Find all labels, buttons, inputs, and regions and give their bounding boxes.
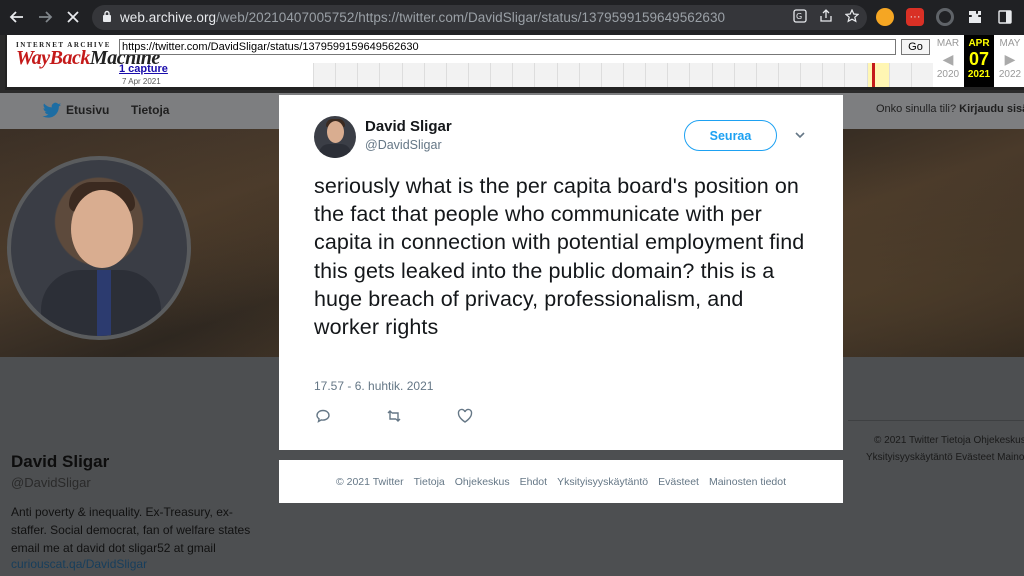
footer-help-link[interactable]: Ohjekeskus xyxy=(455,476,510,488)
chevron-down-icon[interactable] xyxy=(793,128,807,142)
wayback-logo[interactable]: INTERNET ARCHIVE WayBackMachine xyxy=(16,41,160,70)
tweet-author-avatar[interactable] xyxy=(314,116,356,158)
footer-about-link[interactable]: Tietoja xyxy=(414,476,445,488)
captures-link[interactable]: 1 capture xyxy=(119,63,168,75)
twitter-bird-icon[interactable] xyxy=(42,102,62,120)
back-arrow-icon[interactable] xyxy=(3,3,31,31)
sidebar-footer-line2: Yksityisyyskäytäntö Evästeet Mainosten t… xyxy=(866,452,1024,463)
tweet-permalink-modal: David Sligar @DavidSligar Seuraa serious… xyxy=(279,95,843,450)
capture-timeline[interactable] xyxy=(313,63,933,87)
puzzle-extensions-icon[interactable] xyxy=(966,8,984,26)
like-heart-icon[interactable] xyxy=(457,408,473,424)
address-bar[interactable]: web.archive.org/web/20210407005752/https… xyxy=(92,5,867,30)
side-panel-icon[interactable] xyxy=(996,8,1014,26)
lock-icon xyxy=(102,10,112,25)
modal-footer: © 2021 Twitter Tietoja Ohjekeskus Ehdot … xyxy=(279,460,843,503)
sidebar-footer: © 2021 Twitter Tietoja Ohjekeskus Yksity… xyxy=(848,420,1024,472)
extension-red-icon[interactable]: ··· xyxy=(906,8,924,26)
browser-toolbar: web.archive.org/web/20210407005752/https… xyxy=(0,0,1024,35)
footer-cookies-link[interactable]: Evästeet xyxy=(658,476,699,488)
next-month-nav[interactable]: MAY ▶ 2022 xyxy=(995,35,1024,80)
address-url: web.archive.org/web/20210407005752/https… xyxy=(120,10,726,25)
tweet-author-name[interactable]: David Sligar xyxy=(365,118,452,135)
extension-avatar-icon[interactable] xyxy=(876,8,894,26)
reply-icon[interactable] xyxy=(315,408,331,424)
nav-about-link[interactable]: Tietoja xyxy=(131,103,169,117)
tweet-text: seriously what is the per capita board's… xyxy=(314,174,805,340)
translate-icon[interactable]: G xyxy=(793,9,807,26)
nav-home-link[interactable]: Etusivu xyxy=(66,103,109,117)
wayback-url-input[interactable]: https://twitter.com/DavidSligar/status/1… xyxy=(119,39,896,55)
wayback-toolbar: INTERNET ARCHIVE WayBackMachine https://… xyxy=(5,35,1024,90)
footer-ads-link[interactable]: Mainosten tiedot xyxy=(709,476,786,488)
stop-loading-icon[interactable] xyxy=(59,3,87,31)
tweet-timestamp[interactable]: 17.57 - 6. huhtik. 2021 xyxy=(314,379,433,393)
login-link[interactable]: Kirjaudu sisään xyxy=(959,103,1024,115)
nav-account-prompt: Onko sinulla tili? Kirjaudu sisään xyxy=(876,103,1024,115)
svg-text:G: G xyxy=(796,12,802,21)
profile-handle: @DavidSligar xyxy=(11,475,91,490)
footer-terms-link[interactable]: Ehdot xyxy=(520,476,547,488)
follow-button[interactable]: Seuraa xyxy=(684,120,777,151)
retweet-icon[interactable] xyxy=(386,408,402,424)
extension-circle-icon[interactable] xyxy=(936,8,954,26)
prev-arrow-icon[interactable]: ◀ xyxy=(933,49,963,69)
sidebar-footer-line1: © 2021 Twitter Tietoja Ohjekeskus xyxy=(874,435,1024,446)
capture-marker[interactable] xyxy=(872,63,875,87)
profile-name: David Sligar xyxy=(11,452,110,471)
profile-avatar[interactable] xyxy=(7,156,191,340)
capture-date: 7 Apr 2021 xyxy=(122,77,161,86)
profile-bio: Anti poverty & inequality. Ex-Treasury, … xyxy=(11,505,251,555)
profile-link[interactable]: curiouscat.qa/DavidSligar xyxy=(11,557,147,571)
wayback-go-button[interactable]: Go xyxy=(901,39,930,55)
forward-arrow-icon[interactable] xyxy=(31,3,59,31)
footer-copyright: © 2021 Twitter xyxy=(335,475,404,488)
bookmark-star-icon[interactable] xyxy=(844,8,860,26)
tweet-author-handle[interactable]: @DavidSligar xyxy=(365,138,442,152)
current-capture-date: APR 07 2021 xyxy=(964,35,994,87)
prev-month-nav[interactable]: MAR ◀ 2020 xyxy=(933,35,963,80)
footer-privacy-link[interactable]: Yksityisyyskäytäntö xyxy=(557,476,648,488)
next-arrow-icon[interactable]: ▶ xyxy=(995,49,1024,69)
share-icon[interactable] xyxy=(819,9,833,26)
